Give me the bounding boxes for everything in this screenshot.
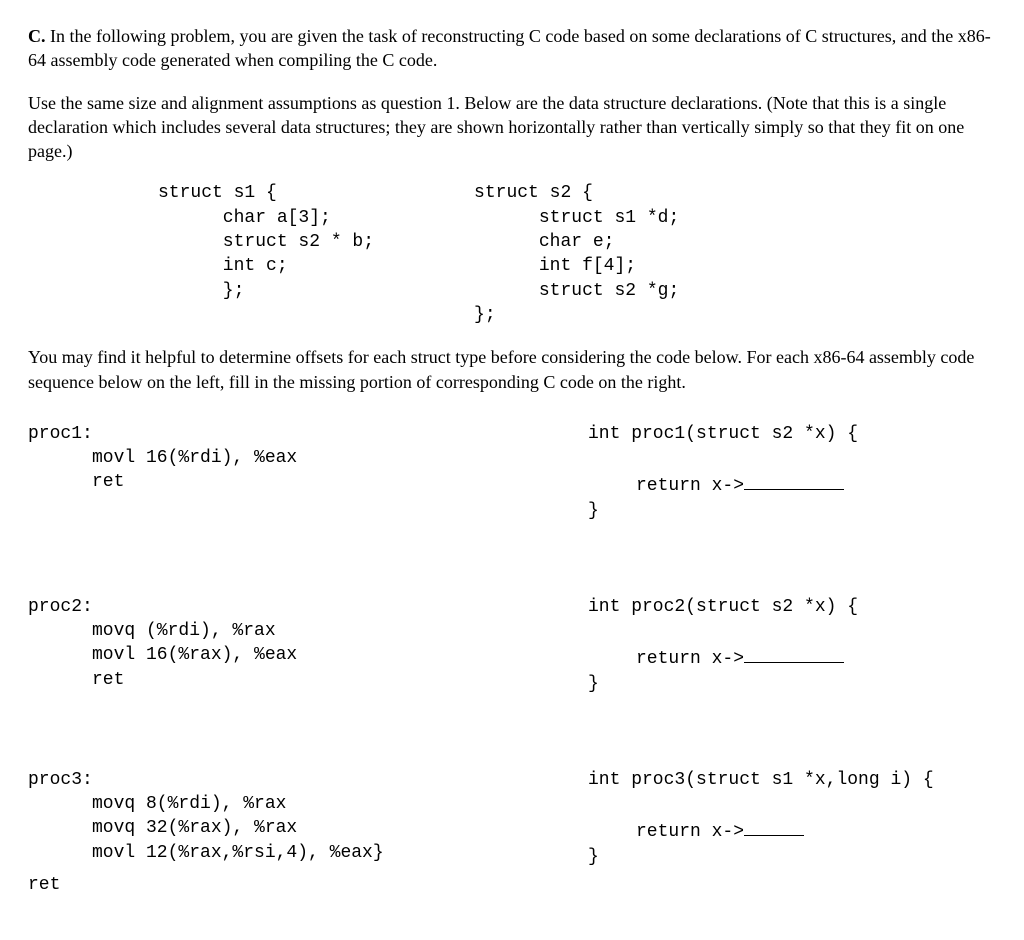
struct-s1-code: struct s1 { char a[3]; struct s2 * b; in…	[28, 181, 374, 327]
struct-s2-code: struct s2 { struct s1 *d; char e; int f[…	[374, 181, 679, 327]
proc1-label: proc1:	[28, 422, 588, 446]
proc1-return-prefix: return x->	[636, 476, 744, 496]
proc2-asm: movq (%rdi), %rax movl 16(%rax), %eax re…	[28, 619, 588, 692]
proc3-asm: movq 8(%rdi), %rax movq 32(%rax), %rax m…	[28, 792, 588, 865]
struct-declarations: struct s1 { char a[3]; struct s2 * b; in…	[28, 181, 996, 327]
proc3-ret: ret	[28, 873, 996, 897]
proc2-blank[interactable]	[744, 643, 844, 663]
proc2-c-signature: int proc2(struct s2 *x) {	[588, 595, 996, 619]
proc1-c-close: }	[588, 499, 996, 523]
intro-paragraph-2: Use the same size and alignment assumpti…	[28, 91, 996, 164]
problem-marker: C.	[28, 26, 46, 46]
proc3-c-close: }	[588, 845, 996, 869]
intro-text-1a: In the following problem, you are given …	[28, 26, 991, 70]
mid-paragraph: You may find it helpful to determine off…	[28, 345, 996, 394]
intro-paragraph-1: C. In the following problem, you are giv…	[28, 24, 996, 73]
proc2-c-close: }	[588, 672, 996, 696]
proc3-c-return: return x->	[588, 816, 996, 844]
proc2-label: proc2:	[28, 595, 588, 619]
proc1-section: proc1: movl 16(%rdi), %eax ret int proc1…	[28, 422, 996, 523]
proc3-section: proc3: movq 8(%rdi), %rax movq 32(%rax),…	[28, 768, 996, 869]
proc1-asm: movl 16(%rdi), %eax ret	[28, 446, 588, 495]
proc3-c-signature: int proc3(struct s1 *x,long i) {	[588, 768, 996, 792]
proc2-c-return: return x->	[588, 643, 996, 671]
proc3-label: proc3:	[28, 768, 588, 792]
proc2-section: proc2: movq (%rdi), %rax movl 16(%rax), …	[28, 595, 996, 696]
proc3-blank[interactable]	[744, 816, 804, 836]
proc2-return-prefix: return x->	[636, 649, 744, 669]
proc3-return-prefix: return x->	[636, 822, 744, 842]
proc1-c-return: return x->	[588, 470, 996, 498]
proc1-c-signature: int proc1(struct s2 *x) {	[588, 422, 996, 446]
proc1-blank[interactable]	[744, 470, 844, 490]
